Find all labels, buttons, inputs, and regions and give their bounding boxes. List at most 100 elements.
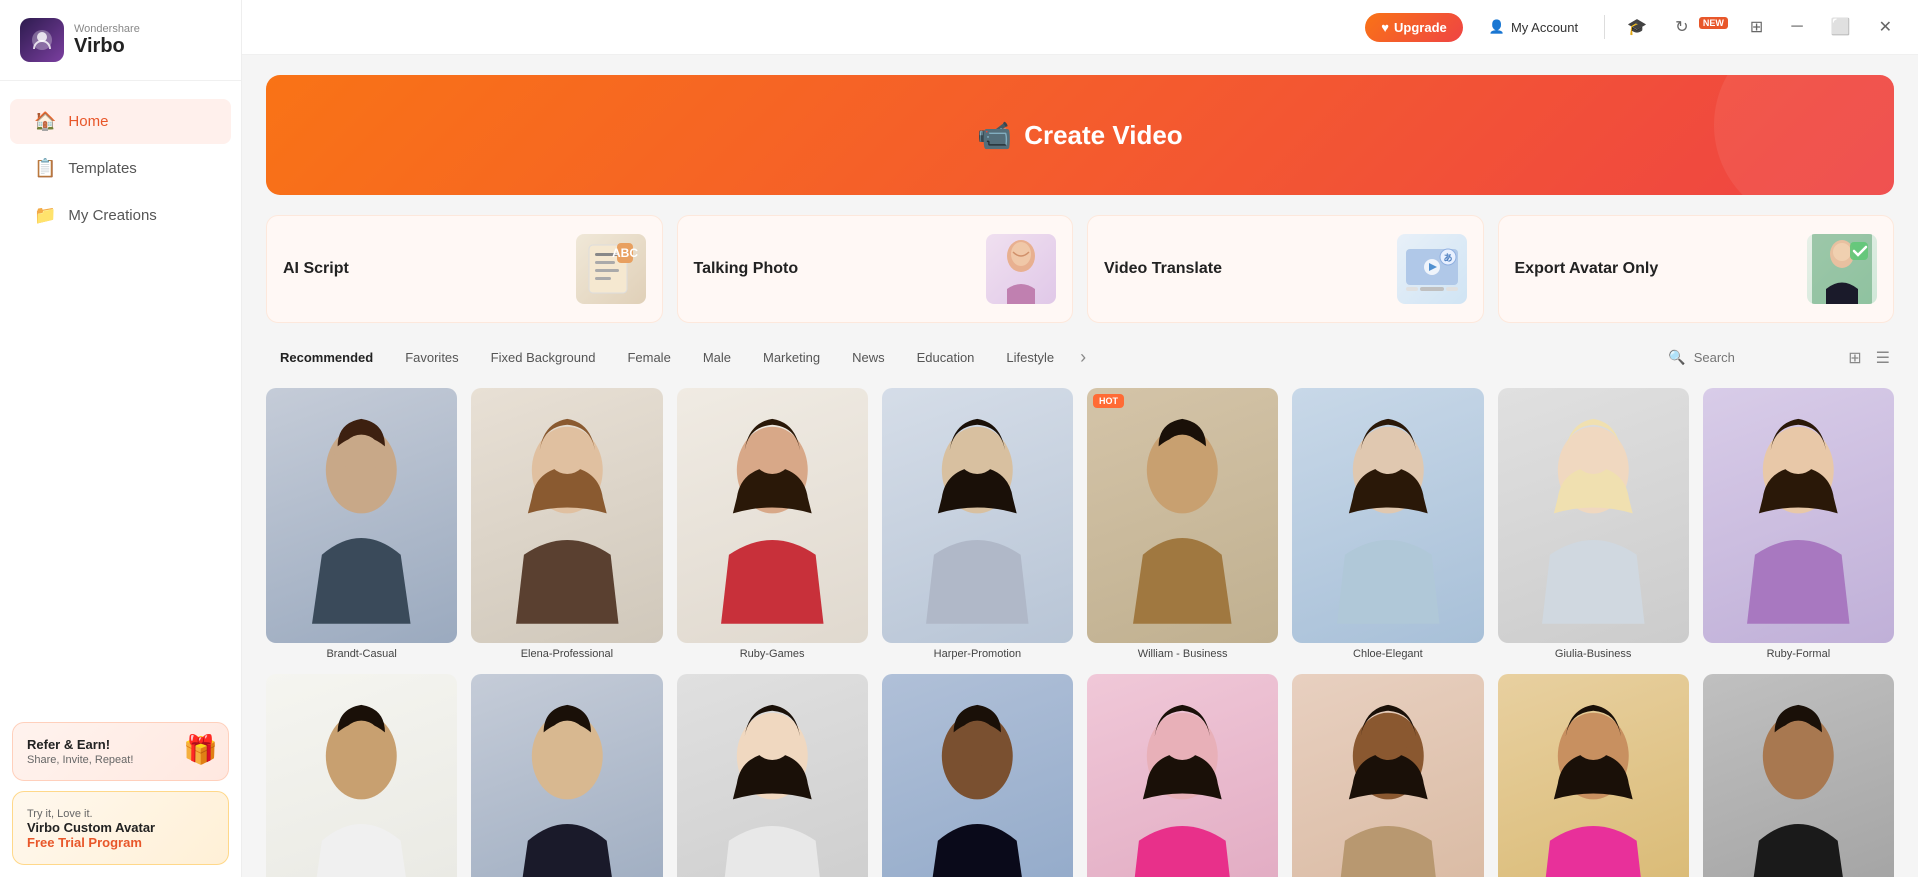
avatar-name: Giulia-Business <box>1498 648 1689 660</box>
my-account-label: My Account <box>1511 20 1578 35</box>
refer-earn-banner[interactable]: 🎁 Refer & Earn! Share, Invite, Repeat! <box>12 722 229 781</box>
avatar-card[interactable]: Brandt-Casual <box>266 388 457 660</box>
sidebar-item-my-creations[interactable]: 📁 My Creations <box>10 193 231 238</box>
sidebar-nav: 🏠 Home 📋 Templates 📁 My Creations <box>0 81 241 710</box>
ai-script-label: AI Script <box>283 260 349 278</box>
templates-icon: 📋 <box>34 158 56 179</box>
avatar-name: Chloe-Elegant <box>1292 648 1483 660</box>
avatar-card[interactable]: John-Marketer <box>882 674 1073 877</box>
free-trial-banner[interactable]: Try it, Love it. Virbo Custom Avatar Fre… <box>12 791 229 865</box>
avatar-card[interactable]: Ruby-Games <box>677 388 868 660</box>
account-icon: 👤 <box>1489 19 1505 35</box>
avatar-name: William - Business <box>1087 648 1278 660</box>
filter-tab-female[interactable]: Female <box>613 343 684 372</box>
upgrade-arrow-icon: ♥ <box>1381 20 1389 35</box>
gift-icon: 🎁 <box>183 733 218 766</box>
feature-card-export-avatar[interactable]: Export Avatar Only <box>1498 215 1895 323</box>
search-icon: 🔍 <box>1668 349 1685 366</box>
talking-photo-label: Talking Photo <box>694 260 799 278</box>
upgrade-button[interactable]: ♥ Upgrade <box>1365 13 1462 42</box>
sidebar-item-label-home: Home <box>68 113 108 130</box>
list-view-button[interactable]: ☰ <box>1872 344 1894 372</box>
sidebar-item-templates[interactable]: 📋 Templates <box>10 146 231 191</box>
my-creations-icon: 📁 <box>34 205 56 226</box>
video-translate-image: あ <box>1397 234 1467 304</box>
filter-tab-education[interactable]: Education <box>903 343 989 372</box>
upgrade-label: Upgrade <box>1394 20 1447 35</box>
export-avatar-image <box>1807 234 1877 304</box>
filter-tab-marketing[interactable]: Marketing <box>749 343 834 372</box>
filter-tab-male[interactable]: Male <box>689 343 745 372</box>
avatar-card[interactable]: Harper-Promotion <box>882 388 1073 660</box>
create-video-label: Create Video <box>1024 120 1182 151</box>
grid-icon[interactable]: ⊞ <box>1744 13 1769 41</box>
avatar-card[interactable]: Mina - Hanfu <box>677 674 868 877</box>
avatar-card[interactable]: Giulia-Business <box>1498 388 1689 660</box>
brand-name: Wondershare <box>74 23 140 35</box>
create-video-icon: 📹 <box>977 119 1012 152</box>
titlebar-divider <box>1604 15 1605 39</box>
feature-cards: AI Script ABC Talking Photo <box>266 215 1894 323</box>
filter-tabs: Recommended Favorites Fixed Background F… <box>266 343 1654 372</box>
create-video-banner[interactable]: 📹 Create Video <box>266 75 1894 195</box>
sidebar-item-home[interactable]: 🏠 Home <box>10 99 231 144</box>
feature-card-ai-script[interactable]: AI Script ABC <box>266 215 663 323</box>
close-icon[interactable]: ✕ <box>1873 13 1898 41</box>
sidebar: Wondershare Virbo 🏠 Home 📋 Templates 📁 M… <box>0 0 242 877</box>
grid-view-button[interactable]: ⊞ <box>1844 344 1865 372</box>
avatar-card[interactable]: Gabriel-Business <box>471 674 662 877</box>
main-content: ♥ Upgrade 👤 My Account 🎓 ↻ NEW ⊞ ─ ⬜ ✕ 📹… <box>242 0 1918 877</box>
avatar-card[interactable]: Amara - Traditional <box>1498 674 1689 877</box>
search-input[interactable] <box>1694 350 1794 365</box>
avatar-name: Ruby-Games <box>677 648 868 660</box>
filter-tab-lifestyle[interactable]: Lifestyle <box>992 343 1068 372</box>
filter-tab-favorites[interactable]: Favorites <box>391 343 472 372</box>
feature-card-video-translate[interactable]: Video Translate あ <box>1087 215 1484 323</box>
svg-text:ABC: ABC <box>612 246 638 260</box>
video-translate-label: Video Translate <box>1104 260 1222 278</box>
refresh-icon[interactable]: ↻ <box>1669 15 1694 40</box>
avatar-card[interactable]: Harper - News Anchor <box>1087 674 1278 877</box>
page-content: 📹 Create Video AI Script ABC <box>242 55 1918 877</box>
sidebar-item-label-templates: Templates <box>68 160 136 177</box>
hot-badge: HOT <box>1093 394 1124 408</box>
my-account-button[interactable]: 👤 My Account <box>1479 13 1588 41</box>
avatar-card[interactable]: Elena-Professional <box>471 388 662 660</box>
app-logo: Wondershare Virbo <box>0 0 241 81</box>
avatar-grid: Brandt-Casual Elena-Professional Ruby-Ga… <box>266 388 1894 877</box>
feature-card-talking-photo[interactable]: Talking Photo <box>677 215 1074 323</box>
sidebar-item-label-my-creations: My Creations <box>68 207 156 224</box>
avatar-name: Brandt-Casual <box>266 648 457 660</box>
avatar-card[interactable]: Ruby-Formal <box>1703 388 1894 660</box>
avatar-card[interactable]: Noppon - Fitness <box>1703 674 1894 877</box>
free-trial-text: Free Trial Program <box>27 835 214 850</box>
app-name: Virbo <box>74 35 140 58</box>
filter-tab-fixed-background[interactable]: Fixed Background <box>477 343 610 372</box>
filter-bar: Recommended Favorites Fixed Background F… <box>266 343 1894 372</box>
talking-photo-image <box>986 234 1056 304</box>
virbo-custom-title: Virbo Custom Avatar <box>27 820 214 835</box>
avatar-name: Harper-Promotion <box>882 648 1073 660</box>
search-bar[interactable]: 🔍 <box>1654 343 1834 372</box>
avatar-name: Ruby-Formal <box>1703 648 1894 660</box>
minimize-icon[interactable]: ─ <box>1785 14 1808 40</box>
filter-tab-recommended[interactable]: Recommended <box>266 343 387 372</box>
home-icon: 🏠 <box>34 111 56 132</box>
ai-script-image: ABC <box>576 234 646 304</box>
filter-tab-news[interactable]: News <box>838 343 899 372</box>
sidebar-banners: 🎁 Refer & Earn! Share, Invite, Repeat! T… <box>0 710 241 877</box>
avatar-name: Elena-Professional <box>471 648 662 660</box>
avatar-card[interactable]: HOT William - Business <box>1087 388 1278 660</box>
avatar-card[interactable]: Chloe-Elegant <box>1292 388 1483 660</box>
titlebar: ♥ Upgrade 👤 My Account 🎓 ↻ NEW ⊞ ─ ⬜ ✕ <box>242 0 1918 55</box>
logo-icon <box>20 18 64 62</box>
graduation-icon[interactable]: 🎓 <box>1621 13 1653 41</box>
export-avatar-label: Export Avatar Only <box>1515 260 1659 278</box>
maximize-icon[interactable]: ⬜ <box>1825 13 1857 41</box>
avatar-card[interactable]: Arjun - Araber <box>266 674 457 877</box>
filter-more-button[interactable]: › <box>1072 343 1094 372</box>
avatar-card[interactable]: Contee-Leisure <box>1292 674 1483 877</box>
svg-text:あ: あ <box>1443 253 1452 263</box>
new-badge: NEW <box>1699 17 1728 29</box>
view-toggle: ⊞ ☰ <box>1844 344 1894 372</box>
